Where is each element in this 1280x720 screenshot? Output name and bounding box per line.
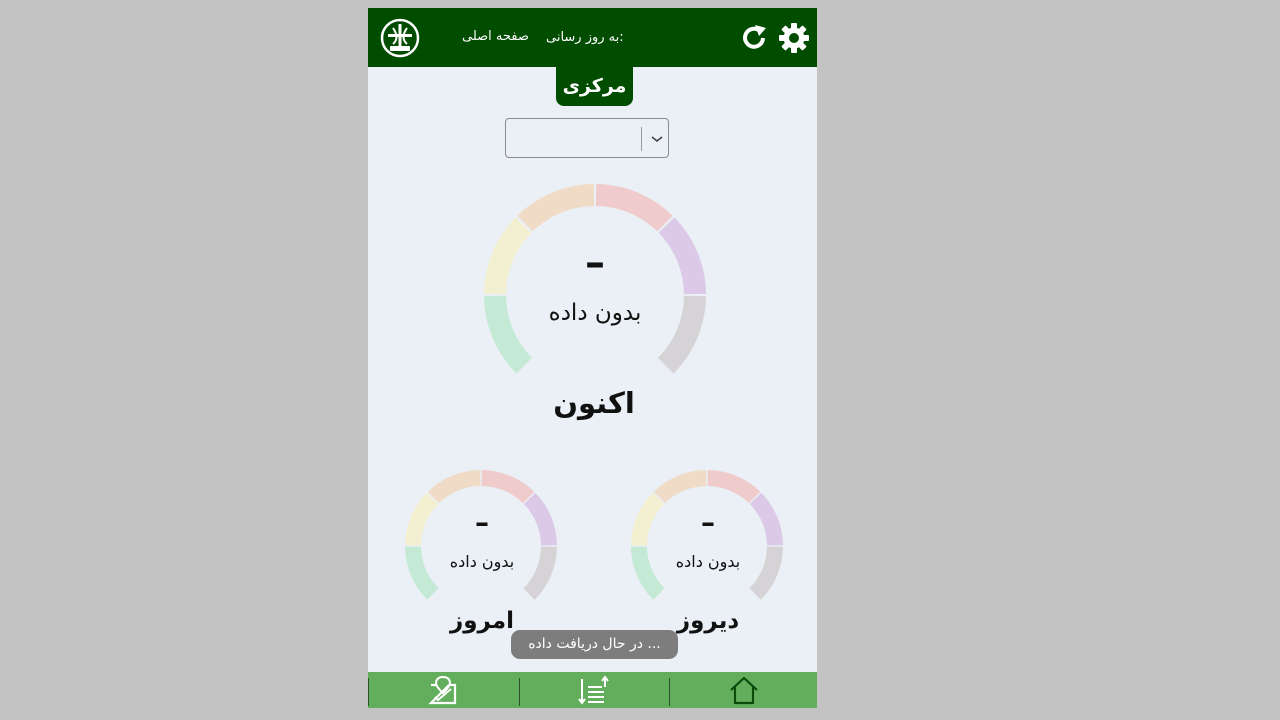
gauge-today-status: بدون داده (449, 552, 515, 571)
gauge-band-3 (481, 470, 535, 504)
gauge-today: – بدون داده (396, 468, 568, 604)
logo-icon (380, 18, 420, 58)
gauge-now-value: – (585, 240, 605, 286)
chevron-down-icon[interactable] (646, 127, 668, 151)
app-header: صفحه اصلی به روز رسانی: (368, 8, 817, 67)
nav-list-button[interactable] (519, 672, 669, 708)
gauge-now: – بدون داده (467, 180, 723, 376)
gauge-band-2 (653, 470, 707, 504)
nav-map-button[interactable] (368, 672, 518, 708)
gauge-band-2 (517, 184, 595, 232)
sort-list-icon (578, 675, 609, 705)
select-divider (641, 127, 642, 151)
nav-home-button[interactable] (669, 672, 817, 708)
app-screen: صفحه اصلی به روز رسانی: مرکزی – بدون داد… (368, 8, 817, 708)
gauge-yesterday: – بدون داده (622, 468, 794, 604)
gauge-yesterday-status: بدون داده (675, 552, 741, 571)
station-select[interactable] (505, 118, 669, 158)
gauge-band-2 (427, 470, 481, 504)
gauge-band-3 (707, 470, 761, 504)
gear-icon[interactable] (778, 22, 810, 54)
gauge-now-status: بدون داده (548, 300, 642, 326)
update-time-label: به روز رسانی: (546, 30, 624, 45)
gauge-yesterday-value: – (701, 506, 715, 539)
home-icon (730, 676, 758, 705)
bottom-nav (368, 672, 817, 708)
loading-toast: در حال دریافت داده ... (511, 630, 678, 659)
gauge-now-label: اکنون (553, 386, 635, 420)
home-title[interactable]: صفحه اصلی (462, 29, 529, 44)
station-name-tab[interactable]: مرکزی (556, 67, 633, 106)
refresh-icon[interactable] (738, 22, 770, 54)
gauge-band-3 (595, 184, 673, 232)
gauge-today-value: – (475, 506, 489, 539)
map-check-icon (428, 675, 457, 705)
